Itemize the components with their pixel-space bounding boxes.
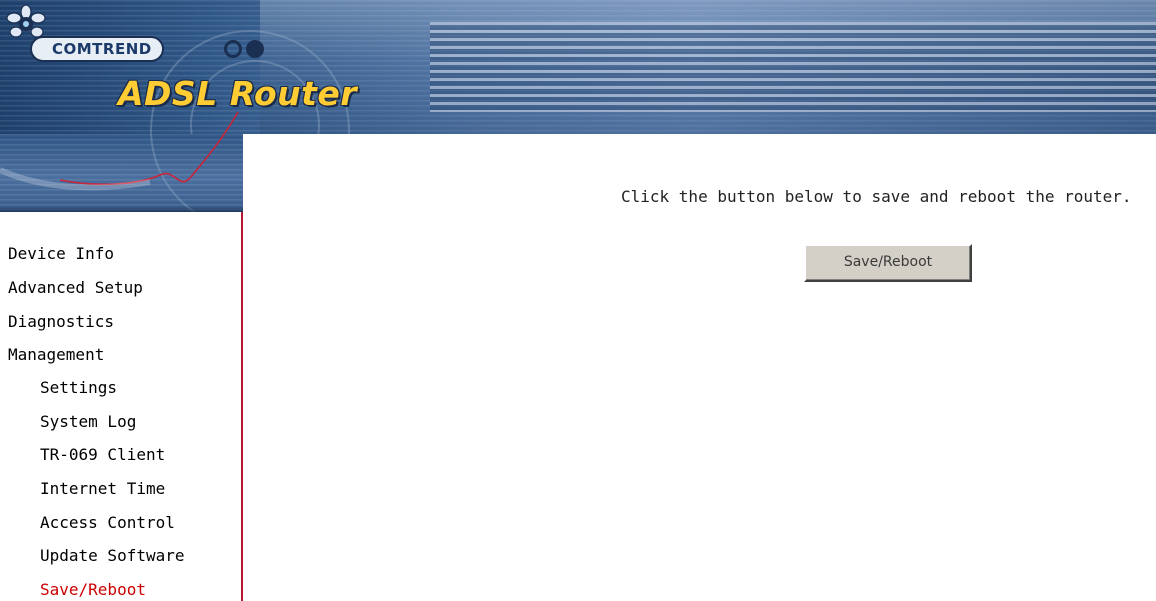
save-reboot-button[interactable]: Save/Reboot (804, 244, 972, 282)
sidebar-item-internet-time[interactable]: Internet Time (40, 479, 165, 499)
sidebar-item-system-log[interactable]: System Log (40, 412, 136, 432)
brand-logo: COMTREND (30, 36, 164, 62)
instruction-text: Click the button below to save and reboo… (621, 187, 1132, 206)
logo-ring-icon (224, 40, 242, 58)
banner-stripes (430, 22, 1156, 112)
sidebar-item-diagnostics[interactable]: Diagnostics (8, 312, 114, 332)
sidebar-item-settings[interactable]: Settings (40, 378, 117, 398)
sidebar-item-tr069-client[interactable]: TR-069 Client (40, 445, 165, 465)
sidebar-item-advanced-setup[interactable]: Advanced Setup (8, 278, 143, 298)
sidebar-item-update-software[interactable]: Update Software (40, 546, 185, 566)
swoosh-decoration (0, 111, 239, 191)
sidebar-item-device-info[interactable]: Device Info (8, 244, 114, 264)
sidebar-nav: Device Info Advanced Setup Diagnostics M… (0, 212, 243, 601)
sidebar-item-save-reboot[interactable]: Save/Reboot (40, 580, 146, 600)
sidebar-item-access-control[interactable]: Access Control (40, 513, 175, 533)
logo-dot-icon (246, 40, 264, 58)
sidebar-item-management[interactable]: Management (8, 345, 104, 365)
